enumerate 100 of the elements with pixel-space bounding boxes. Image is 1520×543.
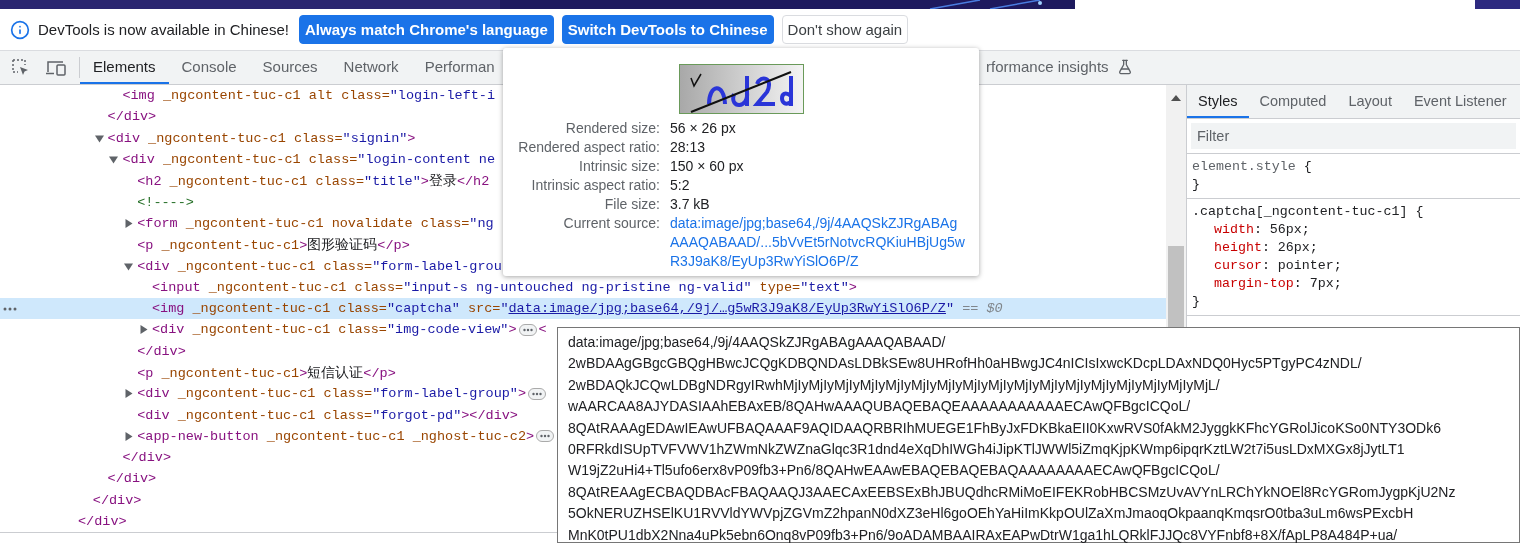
code-text: <!---->	[137, 194, 194, 210]
code-text: <input _ngcontent-tuc-c1 class="input-s ng-untouched ng-pristine ng-valid" type="text">	[152, 279, 857, 295]
preview-label: Rendered size:	[564, 119, 660, 138]
dom-row[interactable]: <div _ngcontent-tuc-c1 class="forgot-pd"></div>	[0, 404, 518, 426]
code-text: <div _ngcontent-tuc-c1 class="img-code-view">	[152, 322, 517, 338]
css-selector: .captcha[_ngcontent-tuc-c1]	[1192, 204, 1408, 219]
triangle-down-icon[interactable]	[109, 155, 119, 165]
styles-tab[interactable]: Event Listener	[1402, 85, 1518, 118]
code-text: <form _ngcontent-tuc-c1 novalidate class="ng	[137, 215, 494, 231]
panel-tab[interactable]: Sources	[249, 51, 331, 84]
flask-icon	[1116, 58, 1133, 75]
code-text: </div>	[137, 343, 186, 359]
preview-value: 150 × 60 px	[670, 157, 745, 176]
infobar-button[interactable]: Always match Chrome's language	[298, 15, 554, 44]
dom-row[interactable]: <div _ngcontent-tuc-c1 class="img-code-view"> <	[0, 319, 547, 341]
code-text: <div _ngcontent-tuc-c1 class="form-label-grou	[137, 258, 502, 274]
preview-label: Intrinsic aspect ratio:	[530, 176, 660, 195]
code-text: <	[538, 322, 547, 338]
dom-row[interactable]: <form _ngcontent-tuc-c1 novalidate class="ng	[0, 212, 494, 235]
preview-value: 28:13	[670, 138, 707, 157]
dom-row[interactable]: <img _ngcontent-tuc-c1 class="captcha" src="data:image/jpg;base64,/9j/…g5wR3J9aK8/EyUp3RwYiSlO6P/Z" == $0	[0, 297, 1166, 320]
source-link[interactable]: data:image/jpg;base64,/9j/…g5wR3J9aK8/EyUp3RwYiSlO6P/Z	[508, 301, 946, 317]
tooltip-line: W19jZ2uHi4+Tl5ufo6erx8vP09fb3+Pn6/8QAHwEAAwEBAQEBAQEBAQAAAAAAAAECAwQFBgcICQoL/	[568, 461, 1221, 481]
more-icon[interactable]	[3, 306, 17, 311]
ellipsis-icon[interactable]	[518, 323, 537, 336]
triangle-right-icon[interactable]	[124, 389, 134, 399]
preview-label: File size:	[603, 195, 660, 214]
source-link[interactable]: data:image/jpg;base64,/9j/4AAQSkZJRgABAgAAAQABAAD/...5bVvEt5rNotvcRQKiuHBjUg5wR3J9aK8/EyUp3RwYiSlO6P/Z	[670, 214, 966, 271]
code-text: <h2 _ngcontent-tuc-c1 class="title">登录</h2	[137, 172, 490, 190]
code-text: <div _ngcontent-tuc-c1 class="signin">	[107, 130, 416, 146]
tooltip-line: 0RFRkdISUpTVFVWV1hZWmNkZWZnaGlqc3R1dnd4eXqDhIWGh4iJipKTlJWWl5iZmqKjpKWmp6ipqrKztLW2t7i5usLDxMXGx8jJytLT1	[568, 440, 1406, 460]
triangle-right-icon[interactable]	[124, 218, 134, 228]
dom-row[interactable]: <img _ngcontent-tuc-c1 alt class="login-left-i	[0, 85, 496, 107]
tooltip-line: 5OkNERUZHSElKU1RVVldYWVpjZGVmZ2hpanN0dXZ3eHl6goOEhYaHiImKkpOUlZaXmJmaoqOkpaanqKmqsrO0tba3uLm6wsPExcbH	[568, 504, 1415, 524]
css-value: : 56px;	[1253, 222, 1310, 237]
css-brace: {	[1303, 159, 1312, 174]
code-text: <img _ngcontent-tuc-c1 alt class="login-left-i	[122, 88, 496, 104]
preview-value: 5:2	[670, 176, 691, 195]
dom-row[interactable]: <div _ngcontent-tuc-c1 class="login-content ne	[0, 148, 496, 171]
dom-row[interactable]: <app-new-button _ngcontent-tuc-c1 _nghost-tuc-c2>	[0, 425, 557, 448]
code-text: </div>	[107, 109, 157, 125]
code-text: </div>	[107, 471, 157, 487]
css-property: margin-top	[1214, 276, 1294, 291]
tooltip-line: 8QAtREAAgECBAQDBAcFBAQAAQJ3AAECAxEEBSExBhJBUQdhcRMiMoEIFEKRobHBCSMzUvAVYnLRChYkNOEl8RcYGRomJygpKjU2Nz	[568, 482, 1457, 502]
panel-tab[interactable]: rformance insights	[986, 51, 1146, 84]
preview-label: Rendered aspect ratio:	[517, 138, 660, 157]
triangle-right-icon[interactable]	[139, 325, 148, 335]
code-text: <div _ngcontent-tuc-c1 class="login-content ne	[122, 152, 496, 168]
tooltip-line: 8QAtRAAAgEDAwIEAwUFBAQAAAF9AQIDAAQRBRIhMUEGE1FhByJxFDKBkaEII0KxwRVS0fAkM2JyggkKFhcYGRolJicoKSo0NTY3ODk6	[568, 418, 1442, 438]
css-brace: }	[1192, 177, 1200, 192]
css-value: : 26px;	[1261, 240, 1318, 255]
css-property: cursor	[1214, 258, 1262, 273]
device-icon[interactable]	[45, 58, 67, 77]
dom-row[interactable]: <p _ngcontent-tuc-c1>图形验证码</p>	[0, 234, 410, 256]
ellipsis-icon[interactable]	[536, 430, 555, 443]
tooltip-line: 2wBDAQkJCQwLDBgNDRgyIRwhMjIyMjIyMjIyMjIyMjIyMjIyMjIyMjIyMjIyMjIyMjIyMjIyMjIyMjIyMjIyMjIyMjL/	[568, 375, 1221, 395]
triangle-down-icon[interactable]	[94, 133, 104, 143]
css-brace: {	[1415, 204, 1424, 219]
code-text: <p _ngcontent-tuc-c1>短信认证</p>	[137, 364, 396, 382]
code-text: </div>	[122, 450, 171, 466]
code-text: <img _ngcontent-tuc-c1 class="captcha" src="	[152, 301, 509, 317]
dom-row[interactable]: <input _ngcontent-tuc-c1 class="input-s ng-untouched ng-pristine ng-valid" type="text">	[0, 276, 857, 298]
dom-row[interactable]: <p _ngcontent-tuc-c1>短信认证</p>	[0, 361, 396, 384]
code-text: <div _ngcontent-tuc-c1 class="forgot-pd"></div>	[137, 407, 518, 423]
code-text: </div>	[92, 492, 142, 508]
preview-label: Intrinsic size:	[578, 157, 660, 176]
styles-tab[interactable]: Computed	[1248, 85, 1338, 118]
styles-tab[interactable]: Layout	[1337, 85, 1403, 118]
scroll-up-icon[interactable]	[1171, 95, 1181, 101]
tooltip-line: 2wBDAAgGBgcGBQgHBwcJCQgKDBQNDAsLDBkSEw8UHRofHh0aHBwgJC4nICIsIxwcKDcpLDAxNDQ0Hyc5PTgyPC4zNDL/	[568, 354, 1363, 374]
panel-tab[interactable]: Console	[168, 51, 250, 84]
tooltip-line: MnK0tPU1dbX2Nna4uPk5ebn6Onq8vP09fb3+Pn6/9oADAMBAAIRAxEAPwDtrW1ga1hLQRklFJJQc8VYFnbf8+8X/fApLP8A484P+ua/	[568, 525, 1399, 543]
dom-row[interactable]: <!---->	[0, 191, 194, 213]
css-brace: }	[1192, 294, 1200, 309]
dom-row[interactable]: <h2 _ngcontent-tuc-c1 class="title">登录</h2	[0, 170, 490, 192]
triangle-down-icon[interactable]	[124, 261, 134, 271]
panel-tab[interactable]: Elements	[80, 51, 169, 84]
css-property: height	[1214, 240, 1262, 255]
preview-label: Current source:	[562, 214, 660, 233]
tooltip-line: data:image/jpg;base64,/9j/4AAQSkZJRgABAgAAAQABAAD/	[568, 333, 947, 352]
info-icon	[10, 19, 30, 40]
dom-row[interactable]: <div _ngcontent-tuc-c1 class="signin">	[0, 127, 416, 149]
code-text: <p _ngcontent-tuc-c1>图形验证码</p>	[137, 236, 410, 254]
css-property: width	[1214, 222, 1254, 237]
tooltip-line: wAARCAA8AJYDASIAAhEBAxEB/8QAHwAAAQUBAQEBAQEAAAAAAAAAAAECAwQFBgcICQoL/	[568, 397, 1192, 417]
ellipsis-icon[interactable]	[528, 387, 547, 400]
filter-field[interactable]: Filter	[1191, 123, 1516, 149]
css-value: : 7px;	[1293, 276, 1342, 291]
code-text: <app-new-button _ngcontent-tuc-c1 _nghost-tuc-c2>	[137, 428, 535, 444]
styles-tab[interactable]: Styles	[1187, 85, 1249, 118]
preview-value: 3.7 kB	[670, 195, 711, 214]
panel-tab[interactable]: Network	[330, 51, 412, 84]
infobar-button[interactable]: Don't show again	[781, 15, 909, 44]
infobar-button[interactable]: Switch DevTools to Chinese	[561, 15, 774, 44]
css-value: : pointer;	[1261, 258, 1342, 273]
code-text: <div _ngcontent-tuc-c1 class="form-label-group">	[137, 386, 527, 402]
css-selector: element.style	[1192, 159, 1296, 174]
triangle-right-icon[interactable]	[124, 431, 134, 441]
dom-row[interactable]: <div _ngcontent-tuc-c1 class="form-label-grou	[0, 255, 502, 277]
dom-row[interactable]: <div _ngcontent-tuc-c1 class="form-label-group">	[0, 383, 549, 405]
